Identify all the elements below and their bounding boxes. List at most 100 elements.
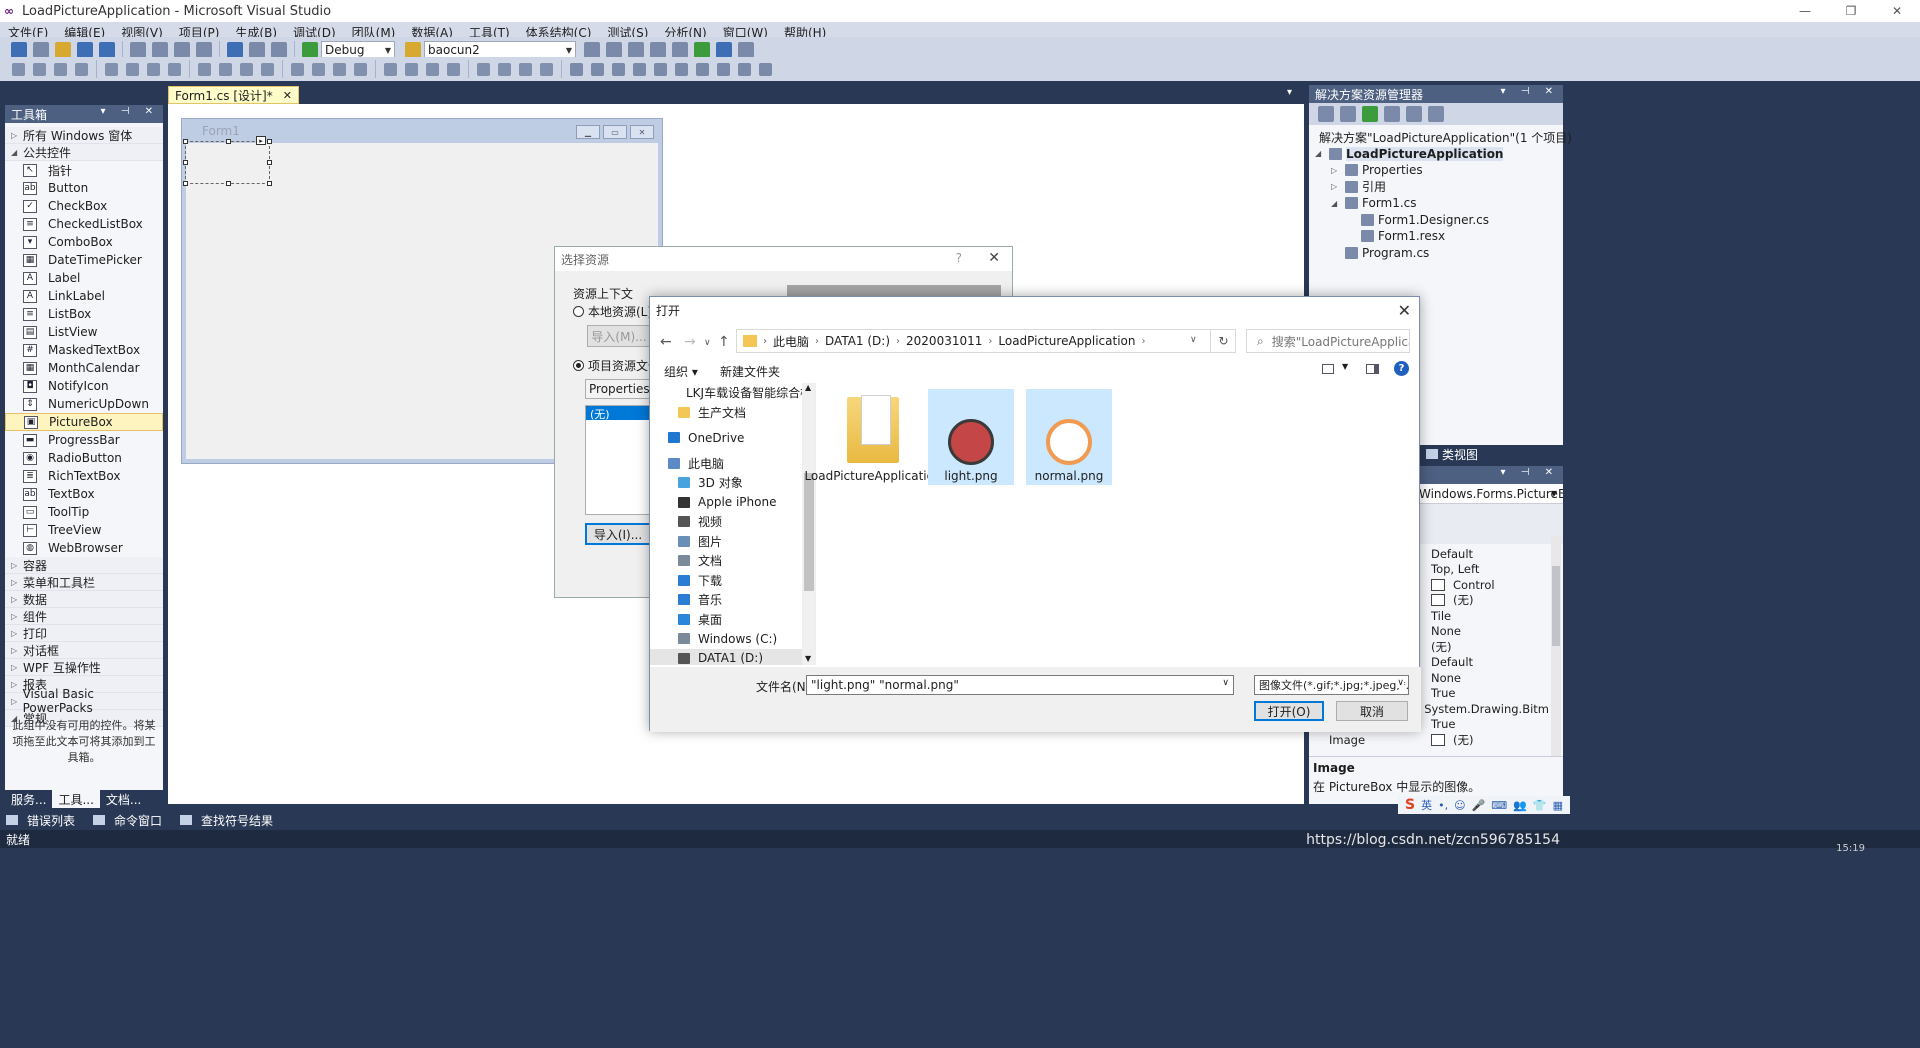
center-v-icon[interactable] <box>477 62 490 76</box>
breadcrumb-segment[interactable]: DATA1 (D:) <box>825 334 890 348</box>
toolbox-item-combobox[interactable]: ▾ ComboBox <box>5 233 163 251</box>
tab-error-list[interactable]: 错误列表 <box>0 812 87 829</box>
tab-find-symbol[interactable]: 查找符号结果 <box>174 812 285 829</box>
solution-node[interactable]: ▷ Properties <box>1309 162 1563 179</box>
resize-handle[interactable] <box>183 139 188 144</box>
toolbox-item-webbrowser[interactable]: ◍ WebBrowser <box>5 539 163 557</box>
start-page-icon[interactable] <box>694 42 710 58</box>
toolbox-item-button[interactable]: ab Button <box>5 179 163 197</box>
clear-bookmarks-icon[interactable] <box>717 62 730 76</box>
open-button[interactable]: 打开(O) <box>1254 701 1324 721</box>
ime-button[interactable]: •, <box>1438 799 1448 812</box>
align-right-icon[interactable] <box>75 62 88 76</box>
h-spacing-equal-icon[interactable] <box>261 62 274 76</box>
chevron-down-icon[interactable]: ▼ <box>1342 362 1348 371</box>
nav-item[interactable]: 音乐 <box>650 590 815 610</box>
scroll-thumb[interactable] <box>1552 566 1560 646</box>
close-icon[interactable]: ✕ <box>1398 301 1411 320</box>
resize-handle[interactable] <box>267 160 272 165</box>
import-button[interactable]: 导入(I)... <box>585 523 651 545</box>
chevron-right-icon[interactable]: › <box>1142 336 1146 347</box>
toolbox-category[interactable]: ▷ 容器 <box>5 557 163 574</box>
toolbox-item-指针[interactable]: ↖ 指针 <box>5 161 163 179</box>
next-bookmark-icon[interactable] <box>696 62 709 76</box>
find-icon[interactable] <box>405 42 421 58</box>
solution-node[interactable]: ◢ LoadPictureApplication <box>1309 146 1563 163</box>
extension-icon[interactable] <box>716 42 732 58</box>
class-diagram-icon[interactable] <box>1428 106 1444 122</box>
toolbox-item-progressbar[interactable]: ▬ ProgressBar <box>5 431 163 449</box>
property-row[interactable]: Image (无) <box>1309 732 1549 748</box>
restore-button[interactable]: ❐ <box>1828 0 1874 22</box>
panel-controls[interactable]: ▾ ⊣ ✕ <box>101 106 159 117</box>
delete-icon[interactable] <box>196 42 212 58</box>
view-code-icon[interactable] <box>1384 106 1400 122</box>
forward-icon[interactable]: → <box>684 334 696 350</box>
solution-node[interactable]: 解决方案"LoadPictureApplication"(1 个项目) <box>1309 129 1572 146</box>
nav-item[interactable]: LKJ车载设备智能综合检测 <box>650 383 815 403</box>
view-icon[interactable] <box>1322 364 1334 374</box>
expand-icon[interactable]: ▷ <box>1331 182 1345 191</box>
file-item[interactable]: normal.png <box>1026 389 1112 485</box>
nav-item[interactable]: 视频 <box>650 512 815 532</box>
v-spacing-increase-icon[interactable] <box>384 62 397 76</box>
resize-handle[interactable] <box>183 160 188 165</box>
breadcrumb-segment[interactable]: 2020031011 <box>906 334 982 348</box>
tab-form1-design[interactable]: Form1.cs [设计]* ✕ <box>168 86 299 104</box>
nav-item[interactable]: 此电脑 <box>650 454 815 474</box>
redo-icon[interactable] <box>249 42 265 58</box>
navigate-icon[interactable] <box>271 42 287 58</box>
toolbox-item-monthcalendar[interactable]: ▦ MonthCalendar <box>5 359 163 377</box>
nav-item[interactable]: 文档 <box>650 551 815 571</box>
comment-icon[interactable] <box>570 62 583 76</box>
toolbox-item-checkedlistbox[interactable]: ≡ CheckedListBox <box>5 215 163 233</box>
address-bar[interactable]: › 此电脑 › DATA1 (D:) › 2020031011 › LoadPictureA… <box>736 329 1236 353</box>
align-center-icon[interactable] <box>54 62 67 76</box>
toolbox-item-picturebox[interactable]: ▣ PictureBox <box>5 413 163 431</box>
panel-controls[interactable]: ▾ ⊣ ✕ <box>1501 467 1559 478</box>
organize-button[interactable]: 组织 ▾ <box>664 363 698 380</box>
new-folder-button[interactable]: 新建文件夹 <box>720 363 780 380</box>
v-spacing-remove-icon[interactable] <box>426 62 439 76</box>
solution-node[interactable]: ▷ 引用 <box>1309 179 1563 196</box>
filetype-select[interactable]: 图像文件(*.gif;*.jpg;*.jpeg;*.br ∨ <box>1254 675 1409 695</box>
bookmark-icon[interactable] <box>654 62 667 76</box>
make-same-size-icon[interactable] <box>219 62 232 76</box>
nav-scrollbar[interactable]: ▲ ▼ <box>802 383 815 665</box>
file-item[interactable]: LoadPictureApplication <box>804 389 942 497</box>
nav-item[interactable]: 3D 对象 <box>650 473 815 493</box>
properties-scrollbar[interactable] <box>1551 536 1561 756</box>
scroll-down-icon[interactable]: ▼ <box>805 654 811 663</box>
cut-icon[interactable] <box>130 42 146 58</box>
tab-overflow-icon[interactable]: ▾ <box>1287 87 1292 98</box>
solution-explorer-icon[interactable] <box>606 42 622 58</box>
outdent-icon[interactable] <box>633 62 646 76</box>
search-box[interactable]: ⌕ 搜索"LoadPictureApplicati... <box>1246 329 1410 353</box>
toolbox-item-textbox[interactable]: ab TextBox <box>5 485 163 503</box>
tab-server[interactable]: 服务... <box>5 790 52 808</box>
solution-node[interactable]: Form1.Designer.cs <box>1309 212 1563 229</box>
uncomment-icon[interactable] <box>591 62 604 76</box>
properties-icon[interactable] <box>628 42 644 58</box>
toolbox-item-datetimepicker[interactable]: ▦ DateTimePicker <box>5 251 163 269</box>
copy-icon[interactable] <box>152 42 168 58</box>
import-local-button[interactable]: 导入(M)... <box>587 325 651 347</box>
tab-order-icon[interactable] <box>540 62 553 76</box>
picturebox-control[interactable]: ▸ <box>183 136 272 186</box>
nav-item[interactable]: 下载 <box>650 571 815 591</box>
tab-class-view[interactable]: 类视图 <box>1420 445 1563 463</box>
ime-button[interactable]: ▦ <box>1553 799 1563 812</box>
indent-icon[interactable] <box>612 62 625 76</box>
toolbox-item-tooltip[interactable]: ▭ ToolTip <box>5 503 163 521</box>
start-debug-icon[interactable] <box>302 42 318 58</box>
chevron-right-icon[interactable]: › <box>815 336 819 347</box>
resize-handle[interactable] <box>267 139 272 144</box>
toolbox-category-common[interactable]: ◢ 公共控件 <box>5 144 163 161</box>
size-to-grid-icon[interactable] <box>240 62 253 76</box>
chevron-right-icon[interactable]: › <box>896 336 900 347</box>
scroll-up-icon[interactable]: ▲ <box>805 383 811 392</box>
solution-node[interactable]: Program.cs <box>1309 245 1563 262</box>
resource-list[interactable]: (无) <box>585 405 651 515</box>
nav-item[interactable]: 桌面 <box>650 610 815 630</box>
v-spacing-equal-icon[interactable] <box>354 62 367 76</box>
